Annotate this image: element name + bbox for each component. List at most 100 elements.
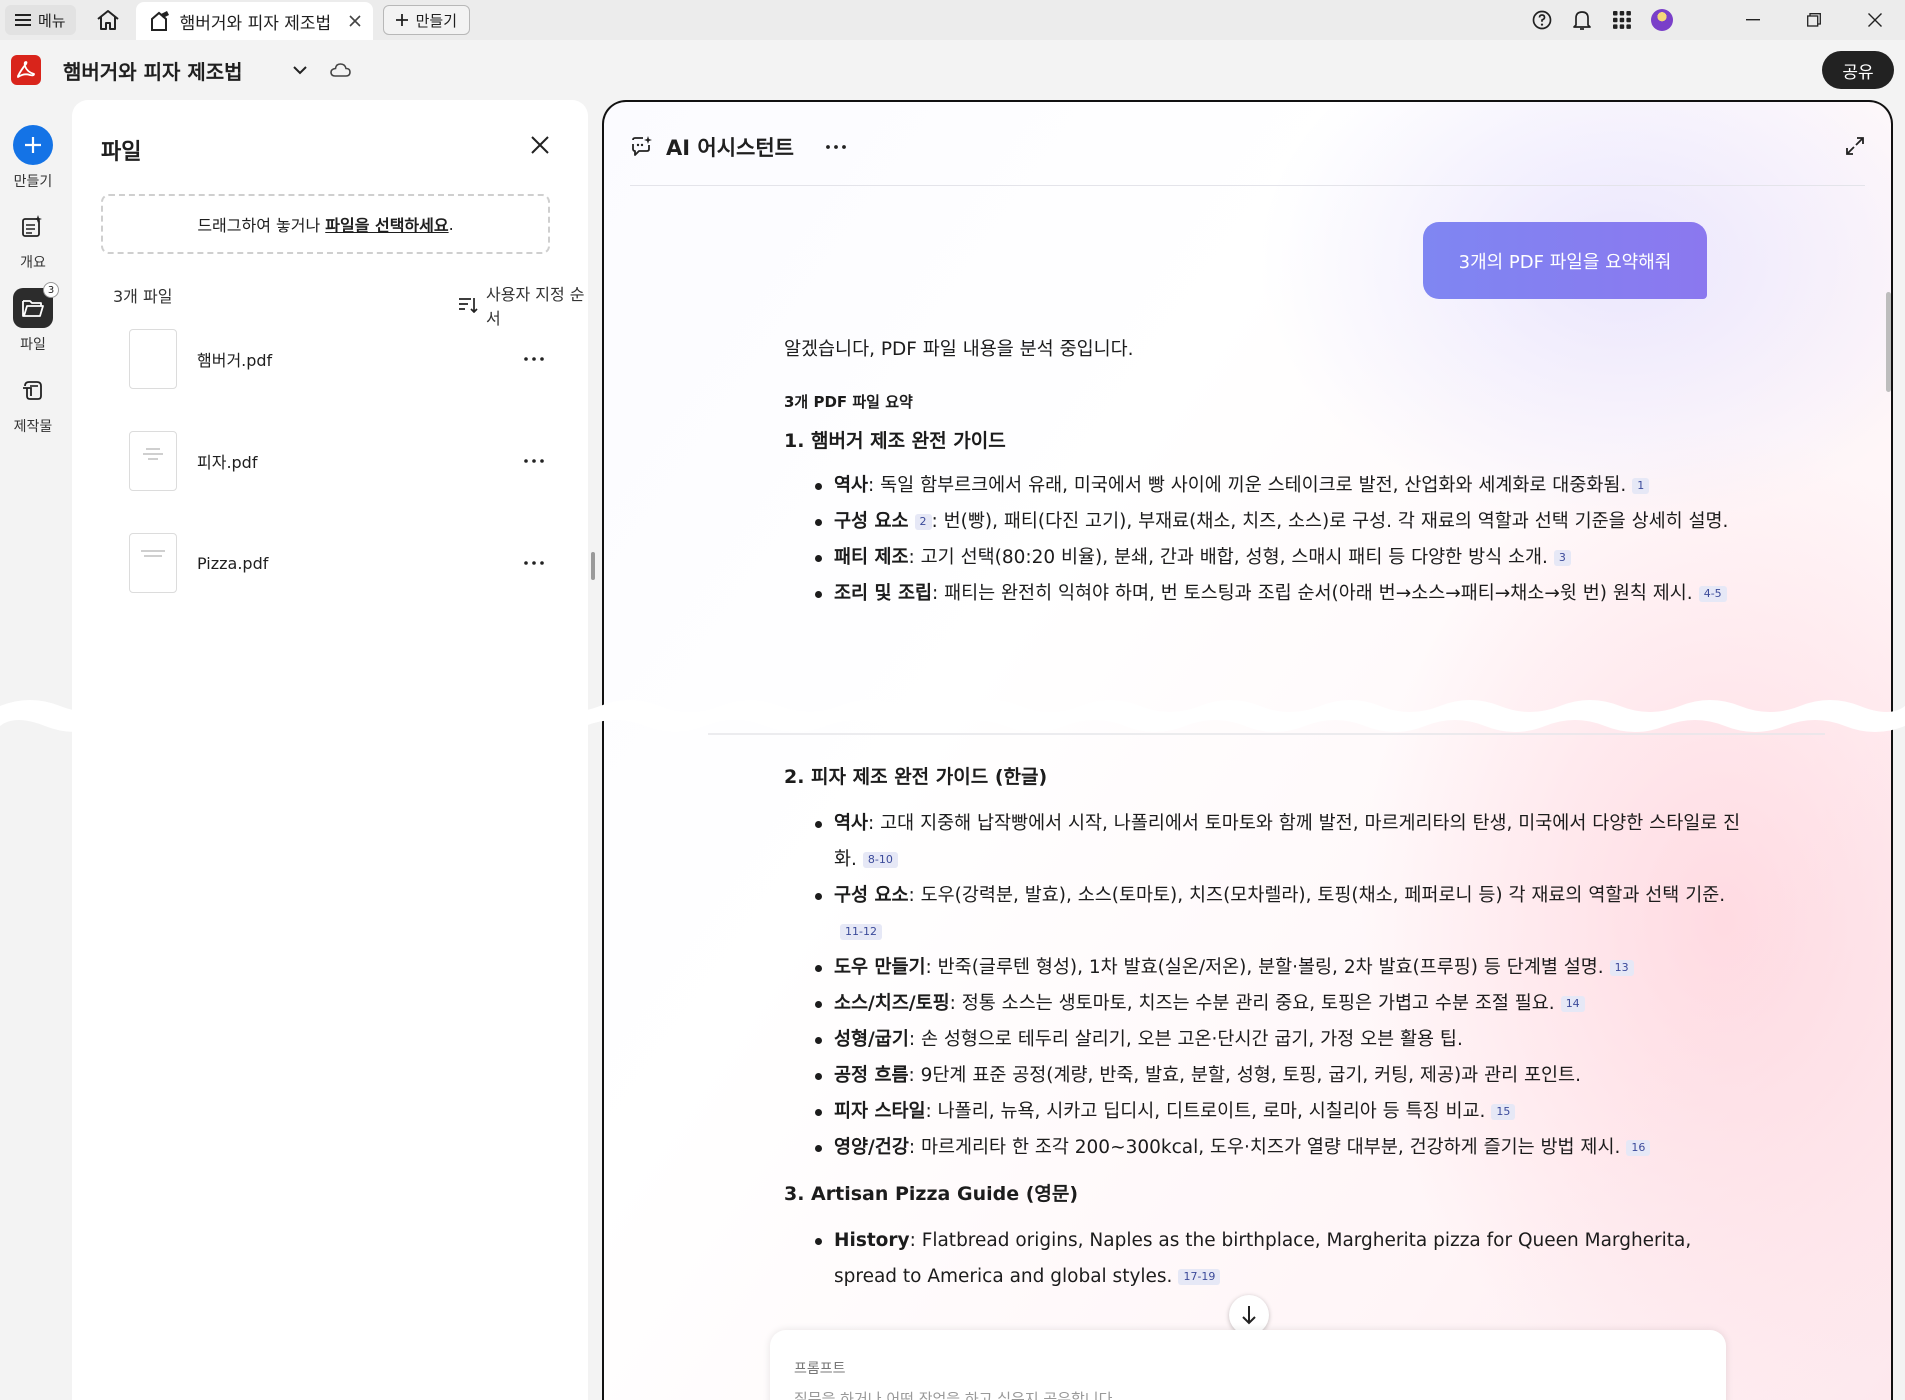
bullet-text: : 9단계 표준 공정(계량, 반죽, 발효, 분할, 성형, 토핑, 굽기, … (908, 1065, 1581, 1086)
bullet-list: 역사: 독일 함부르크에서 유래, 미국에서 빵 사이에 끼운 스테이크로 발전… (784, 468, 1744, 612)
cloud-icon[interactable] (329, 62, 351, 78)
file-row[interactable]: 피자.pdf (129, 431, 549, 491)
bullet-text: : 손 성형으로 테두리 살리기, 오븐 고온·단시간 굽기, 가정 오븐 활용… (908, 1029, 1463, 1050)
creations-icon (13, 370, 53, 410)
acrobat-logo[interactable] (11, 55, 41, 85)
bullet-text: : 고대 지중해 납작빵에서 시작, 나폴리에서 토마토와 함께 발전, 마르게… (834, 813, 1741, 870)
file-row[interactable]: 햄버거.pdf (129, 329, 549, 389)
bullet-term: 패티 제조 (834, 547, 909, 568)
titlebar-controls (1522, 0, 1905, 40)
share-button[interactable]: 공유 (1822, 51, 1894, 89)
list-item: 성형/굽기: 손 성형으로 테두리 살리기, 오븐 고온·단시간 굽기, 가정 … (784, 1022, 1744, 1058)
bullet-text: : 번(빵), 패티(다진 고기), 부재료(채소, 치즈, 소스)로 구성. … (931, 511, 1729, 532)
window-titlebar: 메뉴 햄버거와 피자 제조법 만들기 (0, 0, 1905, 40)
files-panel-title: 파일 (101, 140, 142, 165)
ai-header: AI 어시스턴트 (630, 132, 846, 162)
menu-label: 메뉴 (38, 11, 66, 30)
apps-grid-icon[interactable] (1602, 0, 1642, 40)
more-options-icon[interactable] (519, 357, 549, 361)
prompt-input[interactable]: 프롬프트 질문을 하거나 어떤 작업을 하고 싶은지 공유합니다 (770, 1330, 1726, 1400)
bullet-text: : 고기 선택(80:20 비율), 분쇄, 간과 배합, 성형, 스매시 패티… (908, 547, 1548, 568)
avatar-image (1651, 9, 1673, 31)
chevron-down-icon[interactable] (292, 65, 307, 75)
file-name: 햄버거.pdf (197, 351, 273, 370)
bullet-term: History (834, 1230, 910, 1251)
home-button[interactable] (88, 4, 128, 36)
bullet-term: 피자 스타일 (834, 1101, 926, 1122)
pdf-thumbnail (129, 431, 177, 491)
restore-button[interactable] (1783, 0, 1844, 40)
panel-resize-handle[interactable] (591, 552, 595, 580)
select-files-link[interactable]: 파일을 선택하세요 (325, 212, 448, 236)
bullet-term: 영양/건강 (834, 1137, 909, 1158)
rail-item-create[interactable]: 만들기 (0, 125, 66, 191)
bullet-term: 구성 요소 (834, 511, 909, 532)
close-icon[interactable] (531, 136, 549, 154)
section-title: 2. 피자 제조 완전 가이드 (한글) (784, 766, 1048, 788)
list-item: 피자 스타일: 나폴리, 뉴욕, 시카고 딥디시, 디트로이트, 로마, 시칠리… (784, 1094, 1744, 1130)
list-item: 역사: 독일 함부르크에서 유래, 미국에서 빵 사이에 끼운 스테이크로 발전… (784, 468, 1744, 504)
app-header: 햄버거와 피자 제조법 공유 (0, 40, 1905, 100)
user-avatar[interactable] (1642, 0, 1682, 40)
citation-badge[interactable]: 1 (1632, 478, 1650, 494)
new-tab-button[interactable]: 만들기 (382, 5, 471, 35)
dropzone-text: 드래그하여 놓거나 (197, 216, 326, 235)
rail-item-overview[interactable]: 개요 (0, 206, 66, 272)
rail-item-files[interactable]: 3 파일 (0, 282, 66, 354)
menu-button[interactable]: 메뉴 (5, 5, 76, 35)
citation-badge[interactable]: 8-10 (862, 852, 898, 868)
bullet-text: : 나폴리, 뉴욕, 시카고 딥디시, 디트로이트, 로마, 시칠리아 등 특징… (925, 1101, 1486, 1122)
help-icon[interactable] (1522, 0, 1562, 40)
files-count-badge: 3 (43, 282, 59, 298)
list-item: 역사: 고대 지중해 납작빵에서 시작, 나폴리에서 토마토와 함께 발전, 마… (784, 806, 1744, 878)
rail-label: 파일 (20, 337, 46, 353)
minimize-button[interactable] (1722, 0, 1783, 40)
bullet-term: 구성 요소 (834, 885, 909, 906)
bullet-term: 공정 흐름 (834, 1065, 909, 1086)
folder-icon: 3 (13, 282, 59, 328)
file-dropzone[interactable]: 드래그하여 놓거나 파일을 선택하세요 . (101, 194, 550, 254)
overview-icon (13, 206, 53, 246)
file-row[interactable]: Pizza.pdf (129, 533, 549, 593)
expand-icon[interactable] (1845, 136, 1865, 156)
citation-badge[interactable]: 11-12 (840, 924, 882, 940)
document-title[interactable]: 햄버거와 피자 제조법 (63, 56, 243, 85)
arrow-down-icon (1241, 1305, 1257, 1325)
list-item: 공정 흐름: 9단계 표준 공정(계량, 반죽, 발효, 분할, 성형, 토핑,… (784, 1058, 1744, 1094)
sort-icon (458, 297, 478, 313)
close-window-button[interactable] (1844, 0, 1905, 40)
scrollbar-thumb[interactable] (1886, 292, 1891, 392)
citation-badge[interactable]: 2 (914, 514, 932, 530)
citation-badge[interactable]: 3 (1553, 550, 1571, 566)
bullet-list: 역사: 고대 지중해 납작빵에서 시작, 나폴리에서 토마토와 함께 발전, 마… (784, 806, 1744, 1166)
more-options-icon[interactable] (519, 459, 549, 463)
bell-icon[interactable] (1562, 0, 1602, 40)
list-item: 구성 요소: 도우(강력분, 발효), 소스(토마토), 치즈(모차렐라), 토… (784, 878, 1744, 950)
prompt-label: 프롬프트 (794, 1361, 846, 1377)
citation-badge[interactable]: 15 (1491, 1104, 1516, 1120)
more-options-icon[interactable] (826, 145, 846, 149)
user-message: 3개의 PDF 파일을 요약해줘 (1423, 222, 1707, 299)
citation-badge[interactable]: 16 (1626, 1140, 1651, 1156)
more-options-icon[interactable] (519, 561, 549, 565)
scroll-down-button[interactable] (1229, 1295, 1269, 1335)
pdf-thumbnail (129, 533, 177, 593)
ai-assistant-panel: AI 어시스턴트 3개의 PDF 파일을 요약해줘 알겠습니다, PDF 파일 … (602, 100, 1893, 1400)
citation-badge[interactable]: 17-19 (1178, 1269, 1221, 1285)
plus-icon (13, 125, 53, 165)
citation-badge[interactable]: 4-5 (1698, 586, 1727, 602)
bullet-text: : 도우(강력분, 발효), 소스(토마토), 치즈(모차렐라), 토핑(채소,… (908, 885, 1726, 906)
rail-item-creations[interactable]: 제작물 (0, 370, 66, 436)
citation-badge[interactable]: 14 (1560, 996, 1585, 1012)
new-tab-label: 만들기 (415, 11, 458, 30)
ai-assistant-icon (630, 136, 654, 158)
list-item: 패티 제조: 고기 선택(80:20 비율), 분쇄, 간과 배합, 성형, 스… (784, 540, 1744, 576)
response-intro: 알겠습니다, PDF 파일 내용을 분석 중입니다. (784, 339, 1134, 360)
bullet-term: 성형/굽기 (834, 1029, 909, 1050)
assistant-response-top: 알겠습니다, PDF 파일 내용을 분석 중입니다. 3개 PDF 파일 요약 … (784, 335, 1744, 612)
citation-badge[interactable]: 13 (1609, 960, 1634, 976)
close-tab-icon[interactable] (349, 15, 361, 27)
list-item: 소스/치즈/토핑: 정통 소스는 생토마토, 치즈는 수분 관리 중요, 토핑은… (784, 986, 1744, 1022)
sort-button[interactable]: 사용자 지정 순서 (458, 281, 588, 329)
document-tab[interactable]: 햄버거와 피자 제조법 (135, 2, 373, 40)
